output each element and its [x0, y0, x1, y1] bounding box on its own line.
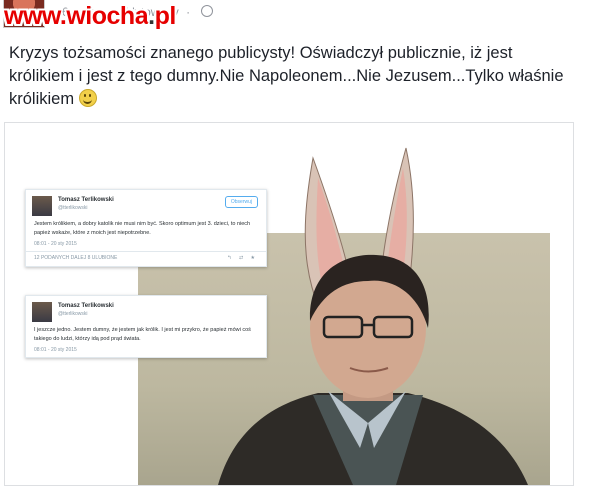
tweet-card-2[interactable]: Tomasz Terlikowski @tterlikowski I jeszc…: [25, 295, 267, 358]
site-watermark: www.wiocha.pl: [4, 2, 176, 31]
person-illustration: [218, 147, 528, 485]
watermark-tld: pl: [154, 2, 177, 30]
post-line-1: Kryzys tożsamości znanego publicysty! Oś…: [9, 44, 513, 62]
tweet-author-name[interactable]: Tomasz Terlikowski: [58, 303, 114, 309]
tweet-stats: 12 PODANYCH DALEJ 8 ULUBIONE: [34, 255, 118, 261]
tweet-date: 08:01 - 20 sty 2015: [34, 347, 77, 353]
globe-icon[interactable]: [201, 5, 214, 17]
tweet-text: I jeszcze jedno. Jestem dumny, że jestem…: [34, 327, 251, 342]
tweet-avatar[interactable]: [32, 196, 52, 216]
tweet-author-handle[interactable]: @tterlikowski: [58, 311, 88, 317]
tweet-avatar[interactable]: [32, 302, 52, 322]
meta-separator-2: ·: [186, 5, 191, 19]
follow-button[interactable]: Obserwuj: [224, 196, 258, 208]
person-photo: [138, 147, 550, 485]
tweet-header: Tomasz Terlikowski @tterlikowski: [26, 296, 266, 322]
watermark-prefix: www.: [4, 2, 67, 30]
post-line-3: królikiem: [9, 88, 579, 111]
post-line-3-text: królikiem: [9, 90, 75, 108]
tweet-text: Jestem królikiem, a dobry katolik nie mu…: [34, 221, 251, 236]
smile-emoji-icon: [78, 89, 97, 107]
tweet-header: Tomasz Terlikowski @tterlikowski Obserwu…: [26, 190, 266, 216]
post-text: Kryzys tożsamości znanego publicysty! Oś…: [9, 42, 579, 111]
tweet-footer: 12 PODANYCH DALEJ 8 ULUBIONE ↰ ⇄ ★: [26, 251, 266, 266]
post-image[interactable]: Tomasz Terlikowski @tterlikowski Obserwu…: [4, 122, 574, 486]
tweet-author-name[interactable]: Tomasz Terlikowski: [58, 197, 114, 203]
tweet-date: 08:01 - 20 sty 2015: [34, 241, 77, 247]
tweet-actions-icons[interactable]: ↰ ⇄ ★: [227, 255, 258, 261]
tweet-card-1[interactable]: Tomasz Terlikowski @tterlikowski Obserwu…: [25, 189, 267, 267]
tweet-author-handle[interactable]: @tterlikowski: [58, 205, 88, 211]
post-line-2: królikiem i jest z tego dumny.Nie Napole…: [9, 67, 564, 85]
watermark-brand: wiocha: [66, 2, 149, 30]
